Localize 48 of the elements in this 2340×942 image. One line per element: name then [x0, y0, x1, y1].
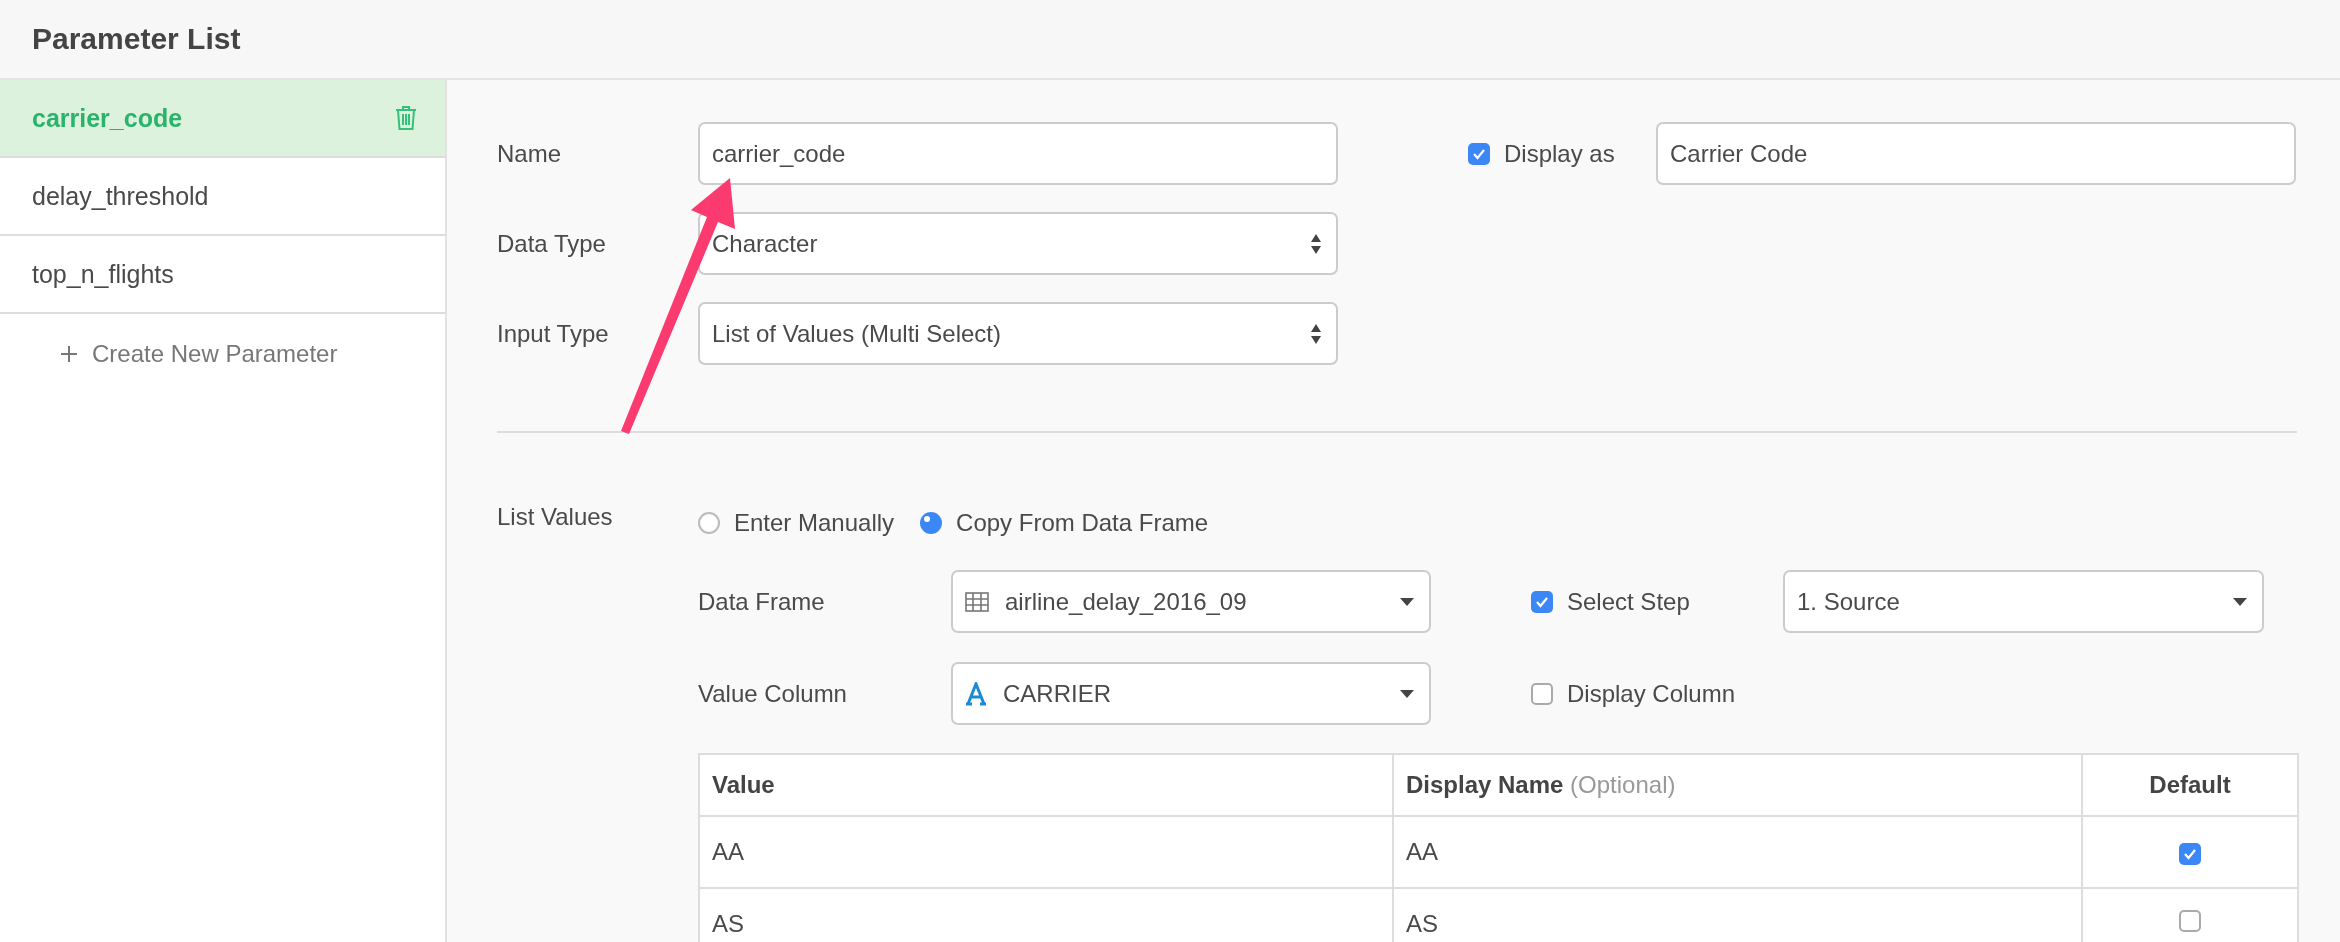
- radio-label: Copy From Data Frame: [956, 509, 1209, 537]
- table-cell: AA: [699, 816, 1393, 888]
- checkbox-label: Display as: [1504, 139, 1615, 168]
- field-label: Input Type: [497, 319, 610, 348]
- field-label: Name: [497, 139, 563, 168]
- column-header: Display Name (Optional): [1393, 754, 2082, 816]
- checkbox-label: Display Column: [1567, 679, 1736, 708]
- column-header: Value: [699, 754, 1393, 816]
- input-field[interactable]: carrier_code: [698, 122, 1338, 185]
- text-type-icon: [965, 681, 987, 706]
- check-icon: [1472, 147, 1486, 160]
- up-down-arrows-icon: [1310, 232, 1322, 255]
- page-title: Parameter List: [32, 22, 241, 56]
- field-label: Data Frame: [698, 587, 826, 616]
- radio-button[interactable]: [698, 512, 720, 534]
- checkbox-label: Select Step: [1567, 587, 1690, 616]
- create-parameter-button[interactable]: Create New Parameter: [60, 336, 338, 372]
- trash-icon[interactable]: [395, 105, 417, 131]
- field-label: List Values: [497, 503, 614, 532]
- caret-icon: [1399, 688, 1415, 699]
- caret-icon: [1399, 596, 1415, 607]
- parameter-name: top_n_flights: [32, 259, 174, 289]
- select-field[interactable]: List of Values (Multi Select): [698, 302, 1338, 365]
- caret-icon: [2232, 596, 2248, 607]
- radio-button[interactable]: [920, 512, 943, 534]
- checkbox[interactable]: [2179, 910, 2201, 932]
- checkbox[interactable]: [1531, 682, 1553, 705]
- table-cell: AS: [699, 888, 1393, 942]
- checkbox[interactable]: [1531, 590, 1553, 613]
- column-header: Default: [2082, 754, 2298, 816]
- checkbox[interactable]: [2179, 843, 2201, 865]
- table-cell: AA: [1393, 816, 2082, 888]
- parameter-name: carrier_code: [32, 103, 183, 133]
- check-icon: [2183, 848, 2197, 860]
- check-icon: [1535, 595, 1549, 608]
- up-down-arrows-icon: [1310, 322, 1322, 345]
- plus-icon: [60, 345, 78, 363]
- field-label: Data Type: [497, 229, 607, 258]
- parameter-name: delay_threshold: [32, 181, 209, 211]
- field-label: Value Column: [698, 679, 848, 708]
- select-field[interactable]: 1. Source: [1783, 570, 2264, 633]
- input-field[interactable]: Carrier Code: [1656, 122, 2296, 185]
- select-field[interactable]: Character: [698, 212, 1338, 275]
- radio-label: Enter Manually: [734, 509, 895, 537]
- checkbox[interactable]: [1468, 142, 1490, 165]
- select-field[interactable]: airline_delay_2016_09: [951, 570, 1431, 633]
- select-field[interactable]: CARRIER: [951, 662, 1431, 725]
- table-icon: [965, 591, 989, 612]
